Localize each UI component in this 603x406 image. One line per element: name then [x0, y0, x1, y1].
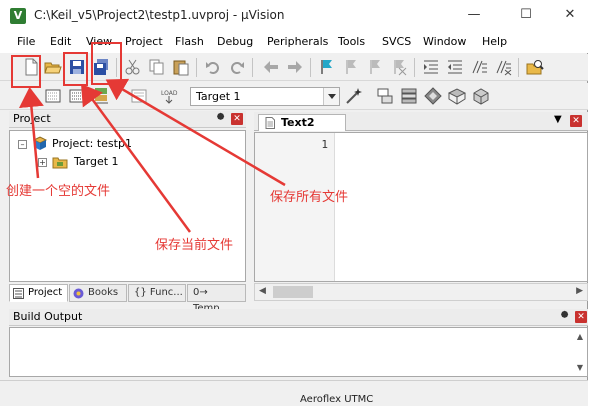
arrow-new-file — [18, 87, 44, 179]
arrow-save-all — [105, 78, 286, 187]
arrow-save-current — [81, 83, 192, 233]
annotation-new-file: 创建一个空的文件 — [6, 184, 111, 199]
annotation-save-all: 保存所有文件 — [270, 190, 349, 205]
annotation-save-current: 保存当前文件 — [155, 238, 234, 253]
